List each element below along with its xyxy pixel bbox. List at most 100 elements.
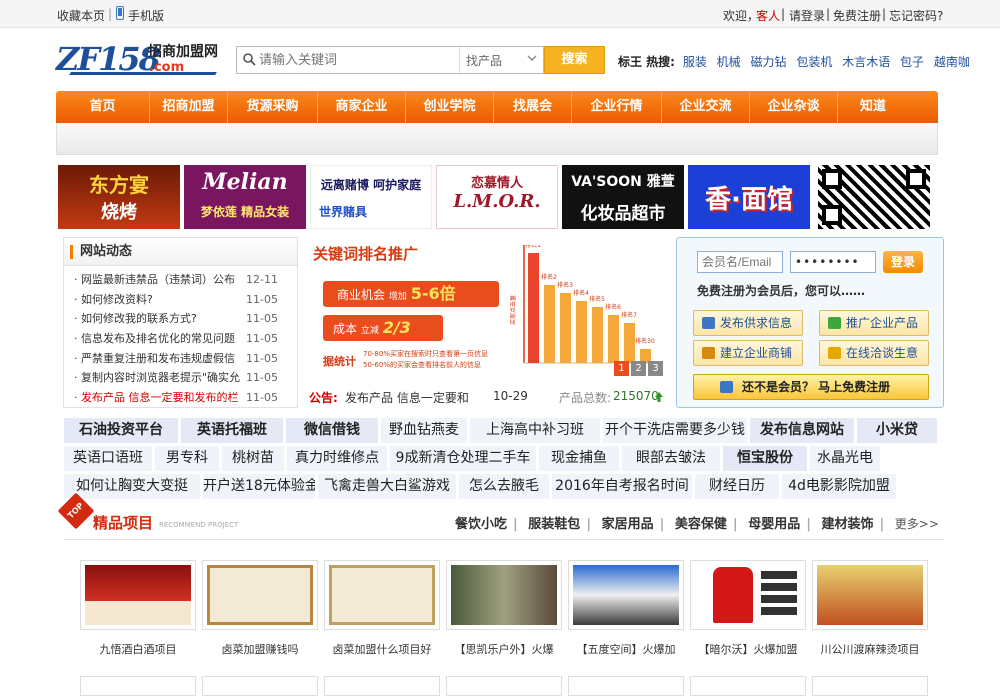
product-image[interactable] [324, 676, 440, 696]
keyword-link[interactable]: 眼部去皱法 [622, 446, 720, 471]
mobile-link[interactable]: 手机版 [128, 7, 164, 24]
keyword-link[interactable]: 飞禽走兽大白鲨游戏 [318, 474, 456, 499]
password-field[interactable]: •••••••• [790, 251, 876, 273]
hot-search-item[interactable]: 机械 [717, 55, 741, 69]
register-now-button[interactable]: 还不是会员？ 马上免费注册 [693, 374, 929, 400]
keyword-link[interactable]: 英语口语班 [64, 446, 152, 471]
nav-item-zhidao[interactable]: 知道 [838, 91, 908, 123]
product-image[interactable] [80, 676, 196, 696]
more-link[interactable]: 更多>> [895, 517, 939, 531]
online-chat-button[interactable]: 在线洽谈生意 [819, 340, 929, 366]
login-link[interactable]: 请登录 [789, 7, 825, 24]
hot-search-item[interactable]: 木言木语 [842, 55, 890, 69]
username-field[interactable] [697, 251, 783, 273]
search-button[interactable]: 搜索 [544, 46, 605, 74]
product-caption[interactable]: 川公川渡麻辣烫项目 [808, 641, 932, 657]
nav-item-companies[interactable]: 商家企业 [318, 91, 406, 123]
keyword-link[interactable]: 2016年自考报名时间 [552, 474, 692, 499]
nav-item-academy[interactable]: 创业学院 [406, 91, 494, 123]
news-item[interactable]: · 严禁重复注册和发布违规虚假信 11-05 [64, 349, 297, 369]
product-caption[interactable]: 卤菜加盟赚钱吗 [198, 641, 322, 657]
product-image[interactable] [80, 560, 196, 630]
keyword-link[interactable]: 发布信息网站 [750, 418, 854, 443]
news-item[interactable]: · 如何修改我的联系方式? 11-05 [64, 309, 297, 329]
category-link[interactable]: 服装鞋包 [528, 517, 580, 532]
keyword-link[interactable]: 水晶光电 [810, 446, 880, 471]
news-item-title[interactable]: · 复制内容时浏览器老提示"确实允 [74, 368, 244, 388]
keyword-link[interactable]: 现金捕鱼 [539, 446, 619, 471]
keyword-link[interactable]: 真力时维修点 [287, 446, 387, 471]
product-image[interactable] [446, 560, 562, 630]
keyword-link[interactable]: 如何让胸变大变挺 [64, 474, 200, 499]
notice-text[interactable]: 发布产品 信息一定要和 [345, 389, 469, 406]
keyword-promo-banner[interactable]: 关键词排名推广 商业机会 增加 5-6倍 成本 立减 2/3 据统计 70-80… [305, 237, 665, 378]
qr-code[interactable] [818, 165, 930, 229]
news-item-title[interactable]: · 如何修改资料? [74, 290, 244, 310]
create-shop-button[interactable]: 建立企业商铺 [693, 340, 803, 366]
hot-search-item[interactable]: 包装机 [796, 55, 832, 69]
nav-item-home[interactable]: 首页 [56, 91, 150, 123]
login-button[interactable]: 登录 [883, 251, 923, 273]
nav-item-expo[interactable]: 找展会 [494, 91, 572, 123]
keyword-link[interactable]: 小米贷 [857, 418, 937, 443]
hot-search-item[interactable]: 越南咖 [934, 55, 970, 69]
banner-ad[interactable]: 恋慕情人 L.M.O.R. [436, 165, 558, 229]
product-image[interactable] [446, 676, 562, 696]
news-item[interactable]: · 网监最新违禁品（违禁词）公布 12-11 [64, 270, 297, 290]
keyword-link[interactable]: 石油投资平台 [64, 418, 178, 443]
banner-ad[interactable]: 远离赌博 呵护家庭 世界赌具 [310, 165, 432, 229]
product-image[interactable] [690, 676, 806, 696]
banner-ad[interactable]: 东方宴 烧烤 [58, 165, 180, 229]
nav-item-exchange[interactable]: 企业交流 [662, 91, 750, 123]
banner-ad[interactable]: VA'SOON 雅萱 化妆品超市 [562, 165, 684, 229]
keyword-link[interactable]: 微信借钱 [286, 418, 378, 443]
news-item-title[interactable]: · 发布产品 信息一定要和发布的栏 [74, 388, 244, 408]
hot-search-item[interactable]: 包子 [900, 55, 924, 69]
product-caption[interactable]: 【思凯乐户外】火爆 [442, 641, 566, 657]
search-input[interactable] [259, 51, 459, 69]
nav-item-talk[interactable]: 企业杂谈 [750, 91, 838, 123]
keyword-link[interactable]: 英语托福班 [181, 418, 283, 443]
product-image[interactable] [324, 560, 440, 630]
keyword-link[interactable]: 财经日历 [695, 474, 779, 499]
news-item-title[interactable]: · 信息发布及排名优化的常见问题 [74, 329, 244, 349]
news-item[interactable]: · 信息发布及排名优化的常见问题 11-05 [64, 329, 297, 349]
search-scope-select[interactable]: 找产品 [459, 47, 545, 73]
product-image[interactable] [202, 560, 318, 630]
product-caption[interactable]: 九悟酒白酒项目 [76, 641, 200, 657]
keyword-link[interactable]: 男专科 [155, 446, 219, 471]
site-logo[interactable]: ZF158 .com 招商加盟网 [56, 40, 218, 78]
promo-page-3[interactable]: 3 [648, 361, 663, 376]
category-link[interactable]: 母婴用品 [748, 517, 800, 532]
product-image[interactable] [690, 560, 806, 630]
banner-ad[interactable]: Melian 梦依莲 精品女装 [184, 165, 306, 229]
category-link[interactable]: 餐饮小吃 [455, 517, 507, 532]
keyword-link[interactable]: 开个干洗店需要多少钱 [603, 418, 747, 443]
keyword-link[interactable]: 桃树苗 [222, 446, 284, 471]
register-link[interactable]: 免费注册 [833, 7, 881, 24]
product-image[interactable] [812, 560, 928, 630]
keyword-link[interactable]: 9成新清仓处理二手车 [390, 446, 536, 471]
news-item-title[interactable]: · 如何修改我的联系方式? [74, 309, 244, 329]
news-item[interactable]: · 发布产品 信息一定要和发布的栏 11-05 [64, 388, 297, 408]
promo-page-2[interactable]: 2 [631, 361, 646, 376]
news-item[interactable]: · 复制内容时浏览器老提示"确实允 11-05 [64, 368, 297, 388]
product-image[interactable] [812, 676, 928, 696]
nav-item-franchise[interactable]: 招商加盟 [150, 91, 228, 123]
product-image[interactable] [202, 676, 318, 696]
keyword-link[interactable]: 上海高中补习班 [470, 418, 600, 443]
promote-product-button[interactable]: 推广企业产品 [819, 310, 929, 336]
banner-ad[interactable]: 香·面馆 [688, 165, 810, 229]
keyword-link[interactable]: 野血钻燕麦 [381, 418, 467, 443]
news-item-title[interactable]: · 网监最新违禁品（违禁词）公布 [74, 270, 244, 290]
product-caption[interactable]: 卤菜加盟什么项目好 [320, 641, 444, 657]
keyword-link[interactable]: 4d电影影院加盟 [782, 474, 896, 499]
category-link[interactable]: 建材装饰 [821, 517, 873, 532]
news-item-title[interactable]: · 严禁重复注册和发布违规虚假信 [74, 349, 244, 369]
keyword-link[interactable]: 开户送18元体验金 [203, 474, 315, 499]
bookmark-link[interactable]: 收藏本页 [57, 7, 105, 24]
hot-search-item[interactable]: 服装 [683, 55, 707, 69]
hot-search-item[interactable]: 磁力钻 [751, 55, 787, 69]
product-caption[interactable]: 【五度空间】火爆加 [564, 641, 688, 657]
product-image[interactable] [568, 676, 684, 696]
